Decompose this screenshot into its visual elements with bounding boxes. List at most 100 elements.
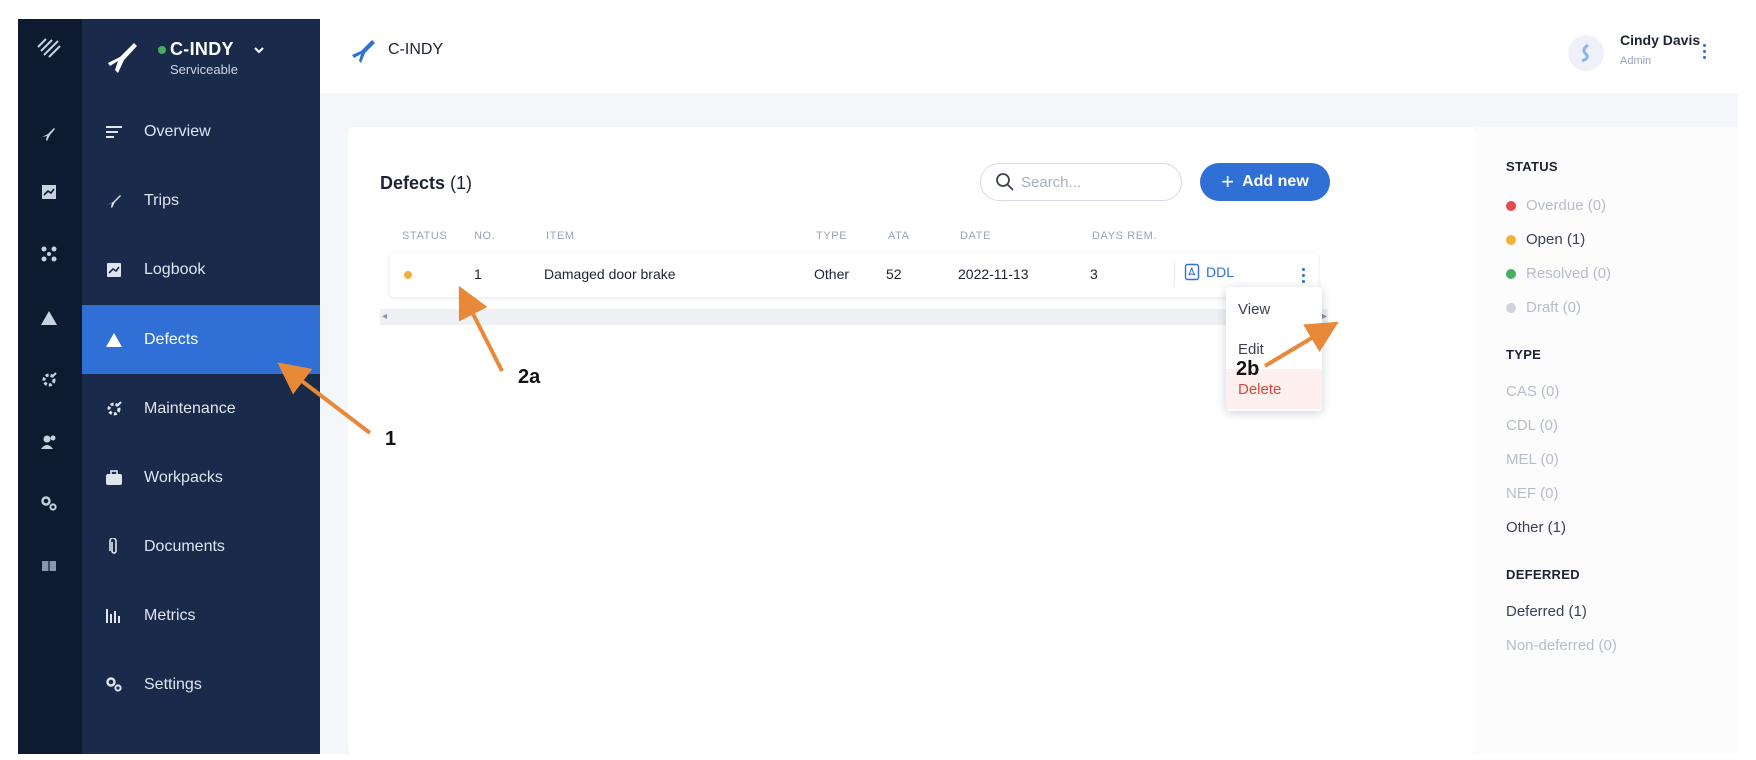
warning-icon	[104, 330, 124, 350]
paperclip-icon	[104, 537, 124, 557]
column-header-item[interactable]: ITEM	[546, 230, 575, 242]
status-dot	[1506, 268, 1516, 279]
overview-icon	[104, 122, 124, 142]
user-role: Admin	[1620, 55, 1652, 67]
sidebar-item-metrics[interactable]: Metrics	[82, 581, 320, 650]
annotation-label-1: 1	[385, 428, 397, 450]
app-logo-icon[interactable]	[32, 31, 66, 65]
sidebar-item-label: Documents	[144, 537, 225, 555]
rail-plane-icon[interactable]	[36, 121, 62, 147]
filter-type-nef[interactable]: NEF (0)	[1506, 485, 1559, 502]
rail-network-icon[interactable]	[36, 241, 62, 267]
filter-status-overdue[interactable]: Overdue (0)	[1506, 197, 1606, 214]
annotation-label-2b: 2b	[1236, 358, 1260, 380]
add-new-label: Add new	[1242, 173, 1309, 190]
sidebar-item-logbook[interactable]: Logbook	[82, 235, 320, 304]
aircraft-icon	[108, 43, 137, 73]
search-box[interactable]	[980, 163, 1182, 201]
filter-label: Resolved (0)	[1526, 265, 1612, 282]
filter-status-resolved[interactable]: Resolved (0)	[1506, 265, 1611, 282]
ddl-link[interactable]: DDL	[1184, 263, 1234, 281]
sidebar-item-label: Workpacks	[144, 468, 223, 486]
cell-no: 1	[474, 266, 482, 282]
column-header-type[interactable]: TYPE	[816, 230, 847, 242]
ddl-label: DDL	[1206, 264, 1235, 280]
scroll-right-icon[interactable]: ▸	[1322, 311, 1327, 322]
rail-users-icon[interactable]	[36, 429, 62, 455]
filter-type-cdl[interactable]: CDL (0)	[1506, 417, 1558, 434]
rail-book-icon[interactable]	[36, 553, 62, 579]
defects-count: (1)	[450, 173, 473, 193]
filter-heading-status: STATUS	[1506, 159, 1558, 174]
search-icon	[996, 173, 1014, 191]
cell-ata: 52	[886, 266, 902, 282]
sidebar-item-maintenance[interactable]: Maintenance	[82, 374, 320, 443]
cell-item: Damaged door brake	[544, 266, 676, 282]
aircraft-selector[interactable]: C-INDY Serviceable	[82, 19, 320, 97]
page-title: C-INDY	[388, 41, 444, 58]
filter-type-mel[interactable]: MEL (0)	[1506, 451, 1559, 468]
cell-type: Other	[814, 266, 850, 282]
sidebar-item-label: Trips	[144, 191, 179, 209]
scroll-left-icon[interactable]: ◂	[382, 311, 387, 322]
divider	[1174, 261, 1175, 287]
filter-label: Overdue (0)	[1526, 197, 1607, 214]
sidebar-item-label: Overview	[144, 122, 211, 140]
filter-type-other[interactable]: Other (1)	[1506, 519, 1566, 536]
gears-icon	[104, 675, 124, 695]
filter-status-open[interactable]: Open (1)	[1506, 231, 1585, 248]
sidebar-item-settings[interactable]: Settings	[82, 650, 320, 719]
column-header-days-rem[interactable]: DAYS REM.	[1092, 230, 1157, 242]
cell-days-rem: 3	[1090, 266, 1098, 282]
row-kebab-icon[interactable]	[1298, 265, 1308, 285]
aircraft-status: Serviceable	[170, 62, 238, 77]
chevron-down-icon[interactable]	[252, 43, 266, 57]
filter-non-deferred[interactable]: Non-deferred (0)	[1506, 637, 1617, 654]
rail-warning-icon[interactable]	[36, 305, 62, 331]
row-context-menu: View Edit Delete	[1226, 287, 1322, 411]
sidebar: C-INDY Serviceable Overview Trips Logboo…	[82, 19, 320, 754]
search-input[interactable]	[1021, 173, 1171, 191]
filter-type-cas[interactable]: CAS (0)	[1506, 383, 1559, 400]
plus-icon: +	[1221, 169, 1235, 194]
filter-label: Open (1)	[1526, 231, 1586, 248]
wrench-gear-icon	[104, 399, 124, 419]
rail-logbook-icon[interactable]	[36, 179, 62, 205]
rail-gears-icon[interactable]	[36, 491, 62, 517]
sidebar-item-defects[interactable]: Defects	[82, 305, 320, 374]
sidebar-item-trips[interactable]: Trips	[82, 166, 320, 235]
status-dot	[404, 271, 412, 279]
filter-status-draft[interactable]: Draft (0)	[1506, 299, 1581, 316]
add-new-button[interactable]: + Add new	[1200, 163, 1330, 201]
horizontal-scrollbar[interactable]: ◂ ▸	[380, 309, 1328, 325]
app-window: C-INDY Serviceable Overview Trips Logboo…	[18, 19, 1738, 754]
column-header-status[interactable]: STATUS	[402, 230, 447, 242]
menu-item-view[interactable]: View	[1226, 289, 1322, 329]
defects-card: Defects (1) + Add new STATUS NO. ITEM TY…	[348, 127, 1476, 754]
column-header-no[interactable]: NO.	[474, 230, 495, 242]
bar-chart-icon	[104, 606, 124, 626]
filter-heading-deferred: DEFERRED	[1506, 567, 1580, 582]
cell-date: 2022-11-13	[958, 266, 1029, 282]
filter-deferred[interactable]: Deferred (1)	[1506, 603, 1587, 620]
aircraft-status-dot	[158, 45, 166, 54]
rail-maintenance-icon[interactable]	[36, 367, 62, 393]
filter-panel: STATUS Overdue (0) Open (1) Resolved (0)…	[1476, 127, 1738, 754]
top-bar: C-INDY Cindy Davis Admin	[320, 19, 1738, 93]
status-dot	[1506, 200, 1516, 211]
annotation-label-2a: 2a	[518, 366, 541, 388]
status-dot	[1506, 302, 1516, 313]
sidebar-item-label: Metrics	[144, 606, 196, 624]
avatar[interactable]	[1568, 35, 1604, 71]
column-header-date[interactable]: DATE	[960, 230, 991, 242]
sidebar-item-overview[interactable]: Overview	[82, 97, 320, 166]
user-name[interactable]: Cindy Davis	[1620, 32, 1700, 48]
sidebar-item-label: Logbook	[144, 260, 206, 278]
sidebar-item-workpacks[interactable]: Workpacks	[82, 443, 320, 512]
column-header-ata[interactable]: ATA	[888, 230, 910, 242]
sidebar-item-documents[interactable]: Documents	[82, 512, 320, 581]
table-row[interactable]: 1 Damaged door brake Other 52 2022-11-13…	[390, 253, 1318, 297]
status-dot	[1506, 234, 1516, 245]
pdf-icon	[1184, 263, 1200, 281]
user-menu-kebab-icon[interactable]	[1696, 39, 1712, 63]
